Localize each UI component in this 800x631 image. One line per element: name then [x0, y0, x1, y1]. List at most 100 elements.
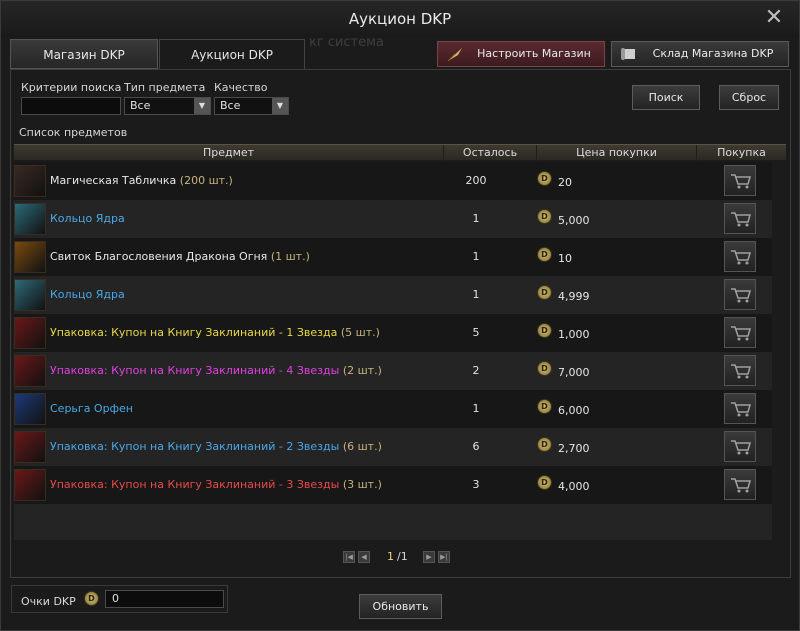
table-row[interactable]: Упаковка: Купон на Книгу Заклинаний - 2 …: [14, 428, 772, 466]
search-button[interactable]: Поиск: [632, 85, 700, 110]
item-table-empty-area: [14, 504, 772, 540]
item-remaining: 6: [472, 440, 480, 453]
core-ring-icon[interactable]: [14, 203, 46, 235]
item-remaining: 1: [472, 212, 480, 225]
title-bar[interactable]: Аукцион DKP ✕: [1, 1, 799, 37]
dkp-coin-icon: D: [84, 591, 99, 606]
item-name-text: Серьга Орфен: [50, 402, 133, 415]
spellbook-coupon-icon[interactable]: [14, 469, 46, 501]
item-table-header: Предмет Осталось Цена покупки Покупка: [14, 144, 786, 161]
item-name-text: Кольцо Ядра: [50, 288, 125, 301]
item-remaining: 1: [472, 288, 480, 301]
prev-page-icon[interactable]: ◀: [358, 551, 370, 563]
dkp-points-value: 0: [105, 590, 224, 608]
table-row[interactable]: Кольцо Ядра 1 D 4,999: [14, 276, 772, 314]
item-name[interactable]: Упаковка: Купон на Книгу Заклинаний - 3 …: [50, 478, 382, 491]
item-price: 7,000: [558, 366, 590, 379]
chevron-down-icon[interactable]: ▼: [194, 98, 210, 114]
item-name-text: Магическая Табличка: [50, 174, 177, 187]
buy-button[interactable]: [724, 203, 756, 234]
cart-icon: [731, 402, 751, 417]
table-row[interactable]: Серьга Орфен 1 D 6,000: [14, 390, 772, 428]
setup-store-button[interactable]: Настроить Магазин: [437, 41, 605, 67]
buy-button[interactable]: [724, 241, 756, 272]
feather-icon: [447, 48, 462, 62]
column-remaining[interactable]: Осталось: [444, 145, 537, 161]
setup-store-label: Настроить Магазин: [477, 47, 591, 60]
table-row[interactable]: Свиток Благословения Дракона Огня (1 шт.…: [14, 238, 772, 276]
buy-button[interactable]: [724, 469, 756, 500]
next-page-icon[interactable]: ▶: [423, 551, 435, 563]
item-name-text: Упаковка: Купон на Книгу Заклинаний - 4 …: [50, 364, 340, 377]
reset-button[interactable]: Сброс: [719, 85, 779, 110]
item-type-select[interactable]: Все ▼: [124, 97, 211, 115]
item-name[interactable]: Серьга Орфен: [50, 402, 133, 415]
table-row[interactable]: Упаковка: Купон на Книгу Заклинаний - 4 …: [14, 352, 772, 390]
table-row[interactable]: Упаковка: Купон на Книгу Заклинаний - 1 …: [14, 314, 772, 352]
buy-button[interactable]: [724, 355, 756, 386]
spellbook-coupon-icon[interactable]: [14, 431, 46, 463]
column-price[interactable]: Цена покупки: [537, 145, 697, 161]
close-icon[interactable]: ✕: [763, 7, 785, 29]
orfen-earring-icon[interactable]: [14, 393, 46, 425]
item-name[interactable]: Кольцо Ядра: [50, 288, 125, 301]
item-name[interactable]: Упаковка: Купон на Книгу Заклинаний - 2 …: [50, 440, 382, 453]
item-price: 6,000: [558, 404, 590, 417]
spellbook-coupon-icon[interactable]: [14, 355, 46, 387]
buy-button[interactable]: [724, 165, 756, 196]
item-name[interactable]: Кольцо Ядра: [50, 212, 125, 225]
current-page: 1: [387, 550, 394, 563]
dkp-points-label: Очки DKP: [21, 595, 76, 608]
dkp-coin-icon: D: [537, 399, 552, 414]
buy-button[interactable]: [724, 393, 756, 424]
item-name-text: Кольцо Ядра: [50, 212, 125, 225]
dkp-coin-icon: D: [537, 247, 552, 262]
item-price: 4,999: [558, 290, 590, 303]
last-page-icon[interactable]: ▶|: [438, 551, 450, 563]
item-name[interactable]: Магическая Табличка (200 шт.): [50, 174, 233, 187]
item-price: 4,000: [558, 480, 590, 493]
tab-dkp-store[interactable]: Магазин DKP: [10, 39, 158, 69]
search-input[interactable]: [21, 97, 121, 115]
item-price: 10: [558, 252, 572, 265]
magic-tablet-icon[interactable]: [14, 165, 46, 197]
refresh-button[interactable]: Обновить: [359, 594, 442, 619]
dkp-coin-icon: D: [537, 475, 552, 490]
item-name[interactable]: Свиток Благословения Дракона Огня (1 шт.…: [50, 250, 310, 263]
dkp-warehouse-button[interactable]: Склад Магазина DKP: [611, 41, 789, 67]
dkp-coin-icon: D: [537, 323, 552, 338]
column-item[interactable]: Предмет: [14, 145, 444, 161]
item-name[interactable]: Упаковка: Купон на Книгу Заклинаний - 4 …: [50, 364, 382, 377]
fire-dragon-scroll-icon[interactable]: [14, 241, 46, 273]
buy-button[interactable]: [724, 317, 756, 348]
first-page-icon[interactable]: |◀: [343, 551, 355, 563]
item-count: (5 шт.): [340, 326, 380, 339]
item-name-text: Упаковка: Купон на Книгу Заклинаний - 1 …: [50, 326, 338, 339]
buy-button[interactable]: [724, 279, 756, 310]
item-name-text: Упаковка: Купон на Книгу Заклинаний - 2 …: [50, 440, 340, 453]
cart-icon: [731, 478, 751, 493]
table-row[interactable]: Магическая Табличка (200 шт.) 200 D 20: [14, 162, 772, 200]
tab-dkp-auction[interactable]: Аукцион DKP: [159, 39, 305, 69]
core-ring-icon[interactable]: [14, 279, 46, 311]
cart-icon: [731, 174, 751, 189]
table-row[interactable]: Кольцо Ядра 1 D 5,000: [14, 200, 772, 238]
item-remaining: 200: [465, 174, 487, 187]
item-price: 5,000: [558, 214, 590, 227]
buy-button[interactable]: [724, 431, 756, 462]
dkp-auction-window: Аукцион DKP ✕ Магазин DKP Аукцион DKP кг…: [0, 0, 800, 631]
scroll-icon: [621, 48, 635, 60]
item-name[interactable]: Упаковка: Купон на Книгу Заклинаний - 1 …: [50, 326, 380, 339]
cart-icon: [731, 250, 751, 265]
quality-select[interactable]: Все ▼: [214, 97, 289, 115]
dkp-coin-icon: D: [537, 285, 552, 300]
table-row[interactable]: Упаковка: Купон на Книгу Заклинаний - 3 …: [14, 466, 772, 504]
quality-label: Качество: [214, 81, 268, 94]
dkp-coin-icon: D: [537, 437, 552, 452]
background-ghost-text: кг система: [309, 35, 384, 50]
spellbook-coupon-icon[interactable]: [14, 317, 46, 349]
chevron-down-icon[interactable]: ▼: [272, 98, 288, 114]
cart-icon: [731, 288, 751, 303]
item-list-caption: Список предметов: [19, 126, 128, 139]
item-count: (1 шт.): [270, 250, 310, 263]
